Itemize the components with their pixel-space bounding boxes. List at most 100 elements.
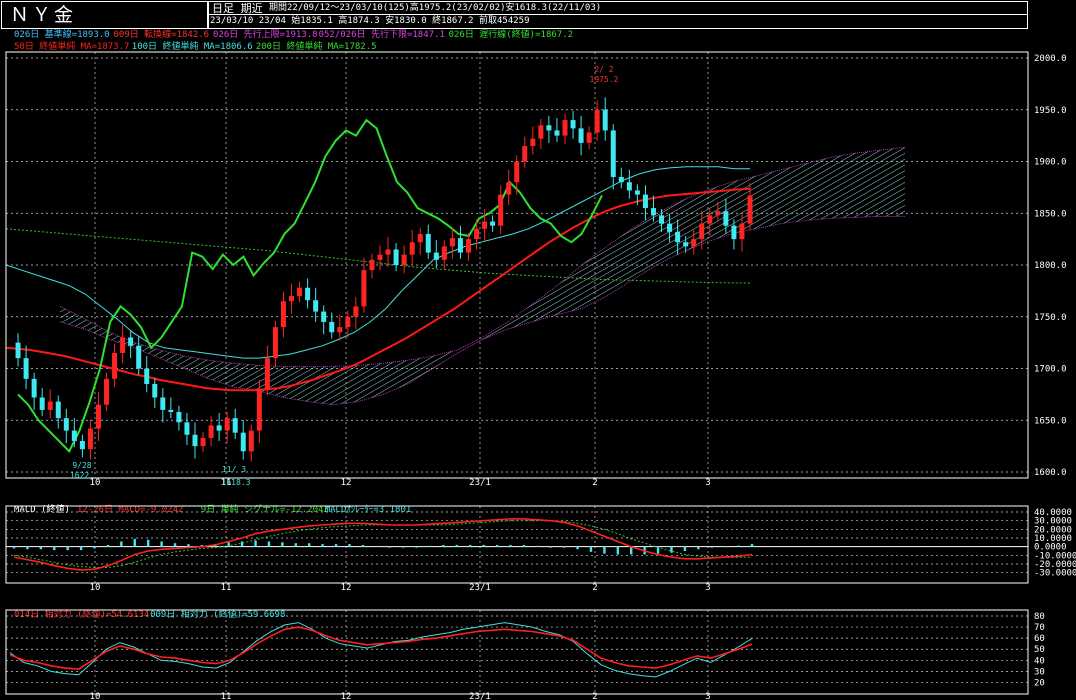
candle-body	[329, 321, 335, 333]
x-tick-label: 12	[341, 478, 352, 488]
candle-body	[650, 208, 656, 216]
candle-body	[546, 125, 552, 131]
x-tick-label: 23/1	[469, 583, 491, 593]
candle-body	[248, 430, 254, 452]
candle-body	[385, 249, 391, 255]
candle-body	[144, 368, 150, 385]
macd-oscillator-bar	[120, 541, 123, 547]
candle-body	[361, 270, 367, 307]
macd-oscillator-bar	[267, 541, 271, 547]
annotation-label: 11/ 3	[222, 465, 246, 474]
macd-oscillator-bar	[39, 546, 43, 550]
macd-oscillator-bar	[670, 546, 673, 553]
candle-body	[691, 239, 697, 247]
macd-oscillator-bar	[415, 546, 418, 548]
y-tick-rsi: 80	[1034, 612, 1045, 622]
y-tick-rsi: 70	[1034, 623, 1045, 633]
candle-body	[530, 138, 536, 146]
candle-body	[120, 337, 126, 353]
candle-body	[240, 432, 246, 452]
x-tick-label: 3	[705, 478, 710, 488]
candle-body	[289, 296, 295, 302]
macd-oscillator-bar	[723, 546, 727, 548]
candle-body	[39, 397, 45, 410]
candle-body	[747, 195, 753, 224]
candle-body	[554, 130, 560, 136]
y-tick-main: 1600.0	[1034, 468, 1067, 478]
candle-body	[272, 327, 278, 359]
macd-oscillator-bar	[482, 544, 485, 547]
candle-body	[433, 252, 439, 260]
candle-body	[482, 221, 488, 229]
y-tick-rsi: 60	[1034, 634, 1045, 644]
kumo-lower-line	[59, 215, 906, 406]
macd-oscillator-bar	[697, 546, 700, 550]
candle-body	[337, 327, 343, 333]
candle-body	[538, 125, 544, 139]
candle-body	[184, 422, 190, 435]
candle-body	[618, 177, 624, 183]
candle-body	[112, 352, 118, 379]
macd-oscillator-bar	[240, 541, 244, 547]
candle-body	[723, 211, 729, 226]
macd-oscillator-bar	[469, 544, 472, 547]
candle-body	[514, 161, 520, 183]
candle-body	[578, 128, 584, 143]
candle-body	[200, 437, 206, 447]
candle-body	[498, 194, 504, 226]
macd-oscillator-bar	[281, 542, 284, 547]
candle-body	[731, 225, 737, 240]
x-tick-label: 2	[592, 692, 597, 700]
candle-body	[449, 238, 455, 247]
candle-body	[642, 194, 648, 209]
x-tick-label: 11	[221, 692, 232, 700]
x-tick-label: 23/1	[469, 692, 491, 700]
candle-body	[626, 182, 632, 191]
pane-border	[5, 505, 1029, 584]
candle-body	[136, 345, 142, 369]
macd-oscillator-bar	[66, 546, 69, 551]
y-tick-main: 1850.0	[1034, 209, 1067, 219]
candle-body	[55, 401, 61, 419]
y-tick-main: 1700.0	[1034, 365, 1067, 375]
candle-body	[667, 223, 673, 232]
macd-oscillator-bar	[603, 546, 606, 554]
macd-oscillator-bar	[254, 540, 257, 547]
macd-oscillator-bar	[495, 544, 499, 547]
macd-oscillator-bar	[334, 544, 338, 547]
candle-body	[457, 238, 463, 253]
candle-body	[586, 132, 592, 143]
candle-body	[152, 384, 158, 398]
macd-line	[13, 518, 753, 571]
candle-body	[634, 190, 640, 195]
candle-body	[490, 221, 496, 226]
candle-body	[522, 145, 528, 162]
macd-oscillator-bar	[361, 544, 365, 547]
rsi-pane	[6, 615, 1028, 683]
macd-oscillator-bar	[442, 544, 445, 547]
y-tick-rsi: 20	[1034, 678, 1045, 688]
chart-window: ＮＹ金 日足 期近 期間22/09/12～23/03/10(125)高1975.…	[0, 0, 1076, 700]
candle-body	[313, 300, 319, 312]
candle-body	[683, 242, 689, 247]
macd-oscillator-bar	[616, 546, 620, 555]
candle-body	[15, 342, 21, 359]
candle-body	[369, 259, 375, 271]
y-tick-rsi: 40	[1034, 656, 1045, 666]
candle-body	[305, 287, 311, 301]
x-tick-label: 11	[221, 583, 232, 593]
rsi14-line	[9, 626, 753, 671]
macd-oscillator-bar	[683, 546, 687, 551]
candle-body	[256, 389, 262, 431]
annotation-label: 1618.3	[222, 478, 251, 487]
candle-body	[417, 233, 423, 243]
x-tick-label: 12	[341, 692, 352, 700]
macd-oscillator-bar	[522, 544, 526, 547]
candle-body	[31, 378, 37, 398]
macd-oscillator-bar	[737, 545, 740, 547]
macd-oscillator-bar	[348, 544, 351, 547]
y-tick-main: 1750.0	[1034, 313, 1067, 323]
x-tick-label: 10	[90, 583, 101, 593]
annotation-label: 9/28	[72, 461, 91, 470]
macd-oscillator-bar	[589, 546, 593, 552]
